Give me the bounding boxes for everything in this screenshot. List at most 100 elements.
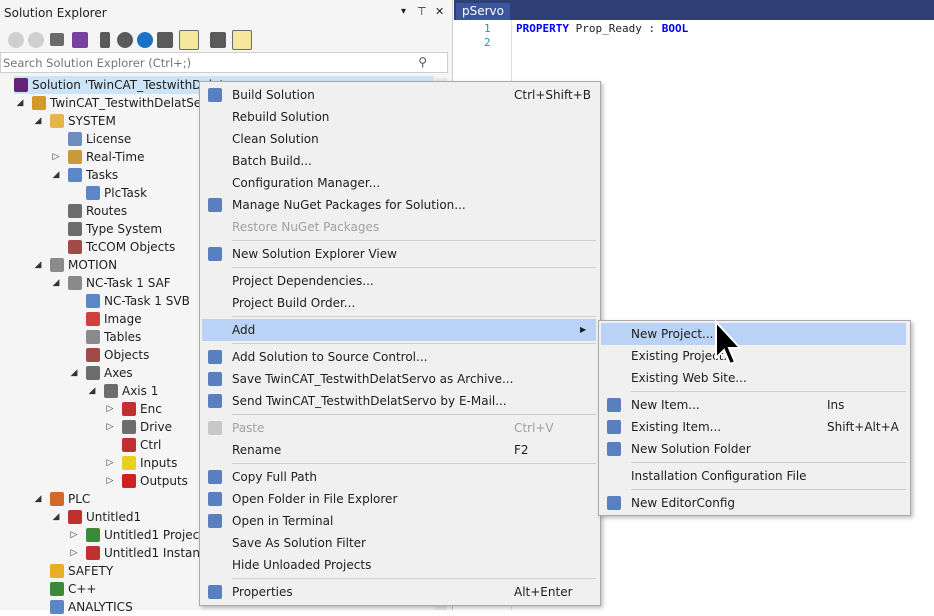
menu-item[interactable]: Open in Terminal xyxy=(202,510,596,532)
menu-item[interactable]: Hide Unloaded Projects xyxy=(202,554,596,576)
pending-changes-icon[interactable] xyxy=(117,32,133,48)
menu-item[interactable]: New Project... xyxy=(601,323,906,345)
menu-item[interactable]: Existing Web Site... xyxy=(601,367,906,389)
menu-separator xyxy=(232,578,596,579)
menu-item[interactable]: Rebuild Solution xyxy=(202,106,596,128)
menu-item[interactable]: Existing Item... Shift+Alt+A xyxy=(601,416,906,438)
menu-item[interactable]: Clean Solution xyxy=(202,128,596,150)
tree-item-label: C++ xyxy=(68,582,97,596)
expander-icon[interactable]: ◢ xyxy=(32,256,44,274)
open-folder-icon xyxy=(208,492,222,506)
context-menu: Build Solution Ctrl+Shift+B Rebuild Soluti… xyxy=(199,81,601,606)
expander-icon[interactable]: ▷ xyxy=(104,454,116,472)
show-all-files-icon[interactable] xyxy=(179,30,199,50)
tree-item-label: SAFETY xyxy=(68,564,114,578)
menu-item[interactable]: Save TwinCAT_TestwithDelatServo as Archi… xyxy=(202,368,596,390)
mouse-cursor-icon xyxy=(715,320,743,366)
expander-icon[interactable]: ◢ xyxy=(50,274,62,292)
safety-icon xyxy=(50,564,64,578)
menu-item[interactable]: Build Solution Ctrl+Shift+B xyxy=(202,84,596,106)
expander-icon[interactable]: ▷ xyxy=(50,148,62,166)
tree-item-label: PlcTask xyxy=(104,186,148,200)
search-box[interactable]: ⚲ xyxy=(0,52,448,73)
tccom-icon xyxy=(68,240,82,254)
tree-item-label: Ctrl xyxy=(140,438,162,452)
code-line[interactable]: PROPERTY Prop_Ready : BOOL xyxy=(516,22,688,35)
properties-wrench-icon[interactable] xyxy=(210,32,226,48)
menu-item[interactable]: Configuration Manager... xyxy=(202,172,596,194)
tree-item-label: MOTION xyxy=(68,258,118,272)
line-number: 1 xyxy=(484,22,491,35)
dropdown-icon[interactable]: ▾ xyxy=(401,6,406,17)
expander-icon[interactable]: ▷ xyxy=(68,544,80,562)
menu-item[interactable]: Save As Solution Filter xyxy=(202,532,596,554)
menu-item-label: Project Dependencies... xyxy=(232,274,374,288)
menu-item[interactable]: Restore NuGet Packages xyxy=(202,216,596,238)
expander-icon[interactable]: ◢ xyxy=(86,382,98,400)
tree-item-label: TwinCAT_TestwithDelatServo xyxy=(50,96,221,110)
menu-item[interactable]: Paste Ctrl+V xyxy=(202,417,596,439)
menu-item[interactable]: Batch Build... xyxy=(202,150,596,172)
image-icon xyxy=(86,312,100,326)
search-input[interactable] xyxy=(3,55,413,70)
menu-item[interactable]: Rename F2 xyxy=(202,439,596,461)
collapse-all-icon[interactable] xyxy=(157,32,173,48)
menu-item[interactable]: Properties Alt+Enter xyxy=(202,581,596,603)
tree-item-label: Outputs xyxy=(140,474,188,488)
add-submenu: New Project... Existing Project... Existin… xyxy=(598,320,911,516)
refresh-icon[interactable] xyxy=(137,32,153,48)
menu-item-shortcut: Shift+Alt+A xyxy=(827,420,899,434)
editor-tab[interactable]: pServo xyxy=(456,3,510,20)
menu-item-label: Batch Build... xyxy=(232,154,312,168)
expander-icon[interactable]: ◢ xyxy=(14,94,26,112)
forward-icon[interactable] xyxy=(28,32,44,48)
menu-item-label: Save As Solution Filter xyxy=(232,536,366,550)
expander-icon[interactable]: ◢ xyxy=(68,364,80,382)
menu-item[interactable]: New Solution Explorer View xyxy=(202,243,596,265)
expander-icon[interactable]: ◢ xyxy=(32,490,44,508)
new-item-icon xyxy=(607,398,621,412)
tree-item-label: NC-Task 1 SAF xyxy=(86,276,171,290)
menu-item-label: Configuration Manager... xyxy=(232,176,381,190)
menu-item[interactable]: Installation Configuration File xyxy=(601,465,906,487)
preview-icon[interactable] xyxy=(232,30,252,50)
expander-icon[interactable]: ◢ xyxy=(32,112,44,130)
menu-item[interactable]: Manage NuGet Packages for Solution... xyxy=(202,194,596,216)
menu-item[interactable]: Send TwinCAT_TestwithDelatServo by E-Mai… xyxy=(202,390,596,412)
source-control-icon xyxy=(208,350,222,364)
plc-project-icon xyxy=(68,510,82,524)
pin-icon[interactable]: ⊤ xyxy=(417,5,427,18)
expander-icon[interactable]: ▷ xyxy=(104,418,116,436)
tree-item-label: Real-Time xyxy=(86,150,145,164)
expander-icon[interactable]: ▷ xyxy=(68,526,80,544)
tree-item-label: Enc xyxy=(140,402,162,416)
back-icon[interactable] xyxy=(8,32,24,48)
tables-icon xyxy=(86,330,100,344)
menu-item[interactable]: Project Dependencies... xyxy=(202,270,596,292)
outputs-icon xyxy=(122,474,136,488)
search-icon[interactable]: ⚲ xyxy=(418,55,427,69)
sync-icon[interactable] xyxy=(100,32,110,48)
menu-item[interactable]: Add ▶ xyxy=(202,319,596,341)
menu-separator xyxy=(631,391,906,392)
menu-item[interactable]: New Solution Folder xyxy=(601,438,906,460)
terminal-icon xyxy=(208,514,222,528)
twincat-project-icon xyxy=(32,96,46,110)
menu-item[interactable]: New EditorConfig xyxy=(601,492,906,514)
expander-icon[interactable]: ▷ xyxy=(104,472,116,490)
menu-item[interactable]: Project Build Order... xyxy=(202,292,596,314)
expander-icon[interactable]: ▷ xyxy=(104,400,116,418)
menu-item[interactable]: New Item... Ins xyxy=(601,394,906,416)
expander-icon[interactable]: ◢ xyxy=(50,166,62,184)
drive-icon xyxy=(122,420,136,434)
vs-switch-icon[interactable] xyxy=(72,32,88,48)
menu-item[interactable]: Open Folder in File Explorer xyxy=(202,488,596,510)
menu-item[interactable]: Existing Project... xyxy=(601,345,906,367)
menu-item[interactable]: Add Solution to Source Control... xyxy=(202,346,596,368)
tree-item-label: SYSTEM xyxy=(68,114,116,128)
home-icon[interactable] xyxy=(50,33,64,46)
close-icon[interactable]: ✕ xyxy=(435,5,444,18)
tree-item-label: License xyxy=(86,132,132,146)
menu-item[interactable]: Copy Full Path xyxy=(202,466,596,488)
expander-icon[interactable]: ◢ xyxy=(50,508,62,526)
